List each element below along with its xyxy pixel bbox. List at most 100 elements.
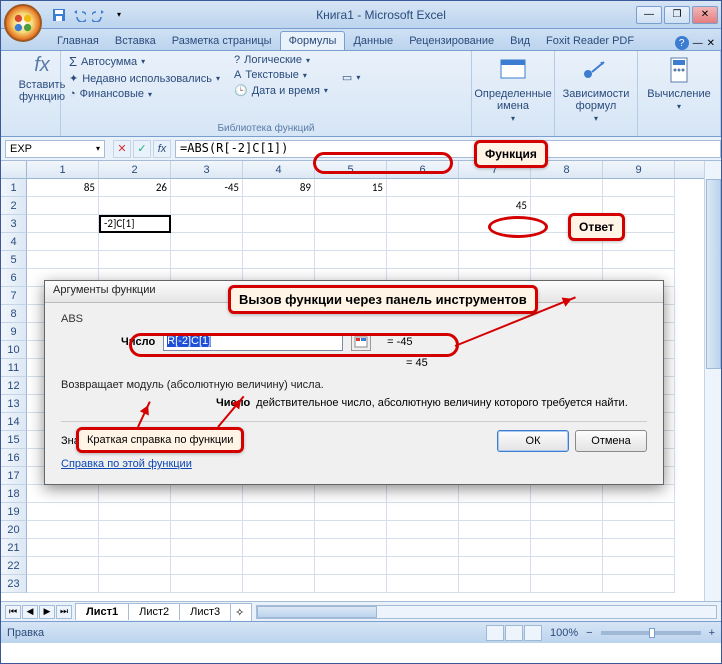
cell[interactable] [387,233,459,251]
cell[interactable] [171,197,243,215]
cell[interactable] [27,521,99,539]
sheet-first-button[interactable]: ⏮ [5,605,21,619]
col-header[interactable]: 1 [27,161,99,178]
cell[interactable] [531,251,603,269]
cell[interactable] [243,557,315,575]
sheet-next-button[interactable]: ▶ [39,605,55,619]
sheet-tab[interactable]: Лист3 [179,603,231,620]
cell[interactable] [603,557,675,575]
enter-formula-button[interactable]: ✓ [133,140,151,158]
row-header[interactable]: 18 [1,485,27,503]
page-layout-view-button[interactable] [505,625,523,641]
cell[interactable] [387,197,459,215]
help-icon[interactable]: ? [675,36,689,50]
cell[interactable] [315,503,387,521]
ok-button[interactable]: ОК [497,430,569,452]
sheet-tab[interactable]: Лист2 [128,603,180,620]
row-header[interactable]: 20 [1,521,27,539]
cell[interactable] [171,485,243,503]
vertical-scrollbar[interactable] [704,161,721,601]
doc-close-icon[interactable]: ✕ [707,38,715,49]
cell[interactable] [243,485,315,503]
cell[interactable] [387,215,459,233]
cell[interactable] [27,215,99,233]
cell[interactable] [531,521,603,539]
cell[interactable] [171,521,243,539]
row-header[interactable]: 2 [1,197,27,215]
cell[interactable] [315,521,387,539]
cell[interactable] [171,575,243,593]
close-button[interactable]: ✕ [692,6,718,24]
col-header[interactable]: 3 [171,161,243,178]
tab-view[interactable]: Вид [502,32,538,50]
tab-foxit[interactable]: Foxit Reader PDF [538,32,642,50]
cell[interactable]: -45 [171,179,243,197]
cell[interactable] [315,251,387,269]
formula-auditing-button[interactable]: Зависимости формул▾ [561,53,631,124]
col-header[interactable]: 9 [603,161,675,178]
cell[interactable] [531,485,603,503]
row-header[interactable]: 19 [1,503,27,521]
cell[interactable] [99,251,171,269]
cell[interactable] [315,575,387,593]
qat-dropdown-icon[interactable]: ▾ [111,7,127,23]
page-break-view-button[interactable] [524,625,542,641]
cell[interactable] [603,485,675,503]
row-header[interactable]: 10 [1,341,27,359]
cell[interactable] [387,485,459,503]
cell[interactable] [387,521,459,539]
cell[interactable] [387,503,459,521]
cell[interactable] [459,251,531,269]
row-header[interactable]: 3 [1,215,27,233]
row-header[interactable]: 13 [1,395,27,413]
normal-view-button[interactable] [486,625,504,641]
cell[interactable] [243,503,315,521]
cell[interactable] [315,485,387,503]
datetime-button[interactable]: 🕒Дата и время▾ [232,83,330,98]
cell[interactable] [243,215,315,233]
cell[interactable]: 45 [459,197,531,215]
tab-review[interactable]: Рецензирование [401,32,502,50]
cell[interactable] [27,539,99,557]
cell[interactable] [459,485,531,503]
row-header[interactable]: 5 [1,251,27,269]
cell[interactable] [387,251,459,269]
cell[interactable] [243,575,315,593]
row-header[interactable]: 23 [1,575,27,593]
cell[interactable]: 85 [27,179,99,197]
cell[interactable] [603,179,675,197]
cell[interactable] [315,539,387,557]
cell[interactable] [531,179,603,197]
zoom-out-button[interactable]: − [586,627,592,639]
financial-button[interactable]: ◔Финансовые▾ [67,87,222,101]
sheet-tab[interactable]: Лист1 [75,603,129,620]
cell[interactable] [27,575,99,593]
undo-icon[interactable] [71,7,87,23]
cell[interactable] [99,197,171,215]
cell[interactable] [387,179,459,197]
horizontal-scrollbar[interactable] [256,605,717,619]
cell[interactable] [459,521,531,539]
cell[interactable] [27,557,99,575]
logical-button[interactable]: ?Логические▾ [232,53,330,67]
cell[interactable] [99,503,171,521]
cell[interactable] [387,575,459,593]
cell[interactable] [99,557,171,575]
cell[interactable]: 89 [243,179,315,197]
cell[interactable] [171,503,243,521]
cell[interactable] [27,233,99,251]
cell[interactable] [171,215,243,233]
row-header[interactable]: 14 [1,413,27,431]
new-sheet-button[interactable]: ✧ [230,603,252,621]
cell[interactable] [243,251,315,269]
name-box[interactable]: EXP▾ [5,140,105,158]
recently-used-button[interactable]: ✦Недавно использовались▾ [67,71,222,86]
zoom-slider[interactable] [601,631,701,635]
cell[interactable] [531,575,603,593]
row-header[interactable]: 1 [1,179,27,197]
tab-insert[interactable]: Вставка [107,32,164,50]
cell[interactable] [171,251,243,269]
cell[interactable] [531,539,603,557]
cell[interactable] [99,575,171,593]
cell[interactable]: 15 [315,179,387,197]
